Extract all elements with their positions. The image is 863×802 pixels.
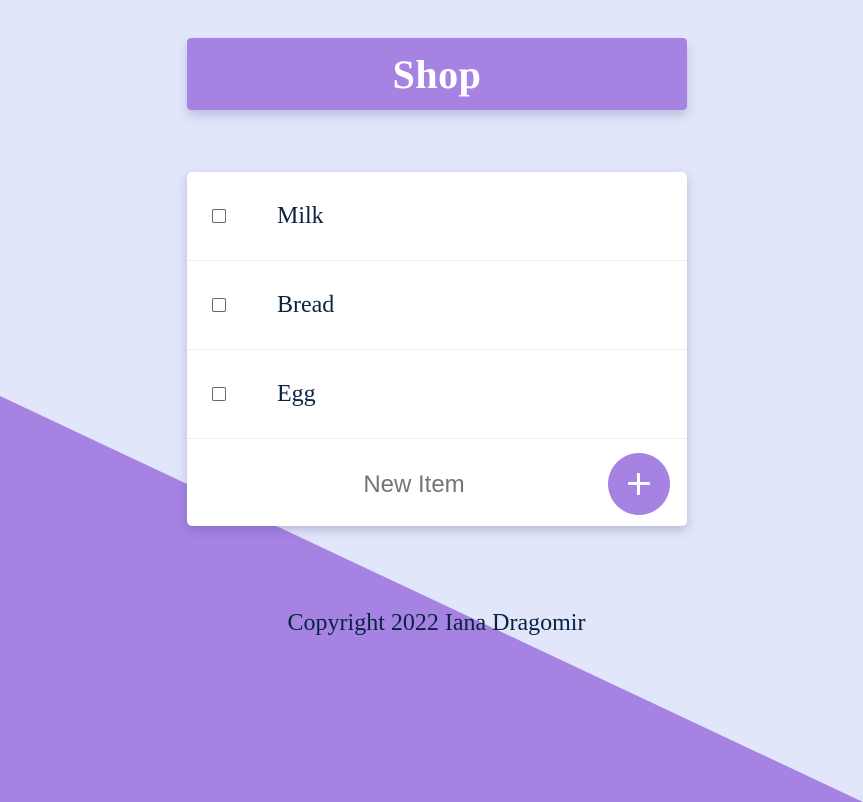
list-item: Milk: [187, 172, 687, 261]
shopping-list-card: Milk Bread Egg: [187, 172, 687, 526]
copyright-footer: Copyright 2022 Iana Dragomir: [287, 610, 586, 636]
list-item: Egg: [187, 350, 687, 439]
item-label: Bread: [277, 291, 335, 318]
item-label: Milk: [277, 202, 324, 229]
plus-icon: [628, 473, 650, 495]
app-title: Shop: [392, 51, 482, 97]
list-item: Bread: [187, 261, 687, 350]
item-checkbox[interactable]: [212, 298, 226, 312]
item-checkbox[interactable]: [212, 209, 226, 223]
app-header: Shop: [187, 38, 687, 110]
new-item-row: [187, 439, 687, 526]
item-checkbox[interactable]: [212, 387, 226, 401]
new-item-input[interactable]: [227, 459, 601, 511]
add-item-button[interactable]: [608, 453, 670, 515]
item-label: Egg: [277, 380, 316, 407]
